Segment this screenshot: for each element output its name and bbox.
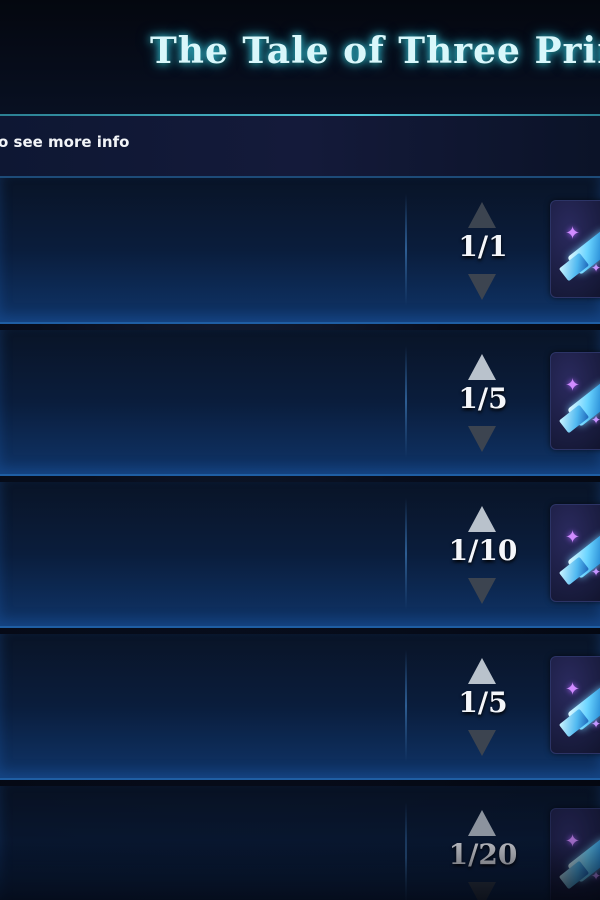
increase-arrow-icon[interactable] (468, 354, 496, 380)
reward-row[interactable]: 1/10 ✦ ✦ (0, 482, 600, 628)
reward-row[interactable]: 1/20 ✦ ✦ (0, 786, 600, 900)
decrease-arrow-icon[interactable] (468, 426, 496, 452)
decrease-arrow-icon[interactable] (468, 274, 496, 300)
reward-item-card[interactable]: ✦ ✦ (550, 504, 600, 602)
increase-arrow-icon[interactable] (468, 658, 496, 684)
increase-arrow-icon[interactable] (468, 202, 496, 228)
hint-text: o see more info (0, 133, 130, 151)
sparkle-icon: ✦ (565, 527, 581, 548)
decrease-arrow-icon[interactable] (468, 882, 496, 900)
row-divider (405, 802, 407, 900)
reward-row[interactable]: 1/5 ✦ ✦ (0, 634, 600, 780)
sparkle-icon: ✦ (565, 679, 581, 700)
increase-arrow-icon[interactable] (468, 810, 496, 836)
increase-arrow-icon[interactable] (468, 506, 496, 532)
reward-list-screen: The Tale of Three Prin o see more info 1… (0, 0, 600, 900)
reward-count: 1/5 (458, 686, 508, 719)
decrease-arrow-icon[interactable] (468, 578, 496, 604)
sparkle-icon: ✦ (565, 375, 581, 396)
page-title: The Tale of Three Prin (150, 30, 600, 72)
reward-item-card[interactable]: ✦ ✦ (550, 656, 600, 754)
sparkle-icon: ✦ (565, 223, 581, 244)
reward-item-card[interactable]: ✦ ✦ (550, 808, 600, 900)
reward-count: 1/5 (458, 382, 508, 415)
decrease-arrow-icon[interactable] (468, 730, 496, 756)
reward-count: 1/10 (448, 534, 518, 567)
row-divider (405, 194, 407, 306)
reward-item-card[interactable]: ✦ ✦ (550, 352, 600, 450)
row-divider (405, 346, 407, 458)
reward-row[interactable]: 1/1 ✦ ✦ (0, 178, 600, 324)
reward-row[interactable]: 1/5 ✦ ✦ (0, 330, 600, 476)
row-divider (405, 498, 407, 610)
row-divider (405, 650, 407, 762)
sparkle-icon: ✦ (565, 831, 581, 852)
reward-count: 1/1 (458, 230, 508, 263)
reward-item-card[interactable]: ✦ ✦ (550, 200, 600, 298)
reward-count: 1/20 (448, 838, 518, 871)
